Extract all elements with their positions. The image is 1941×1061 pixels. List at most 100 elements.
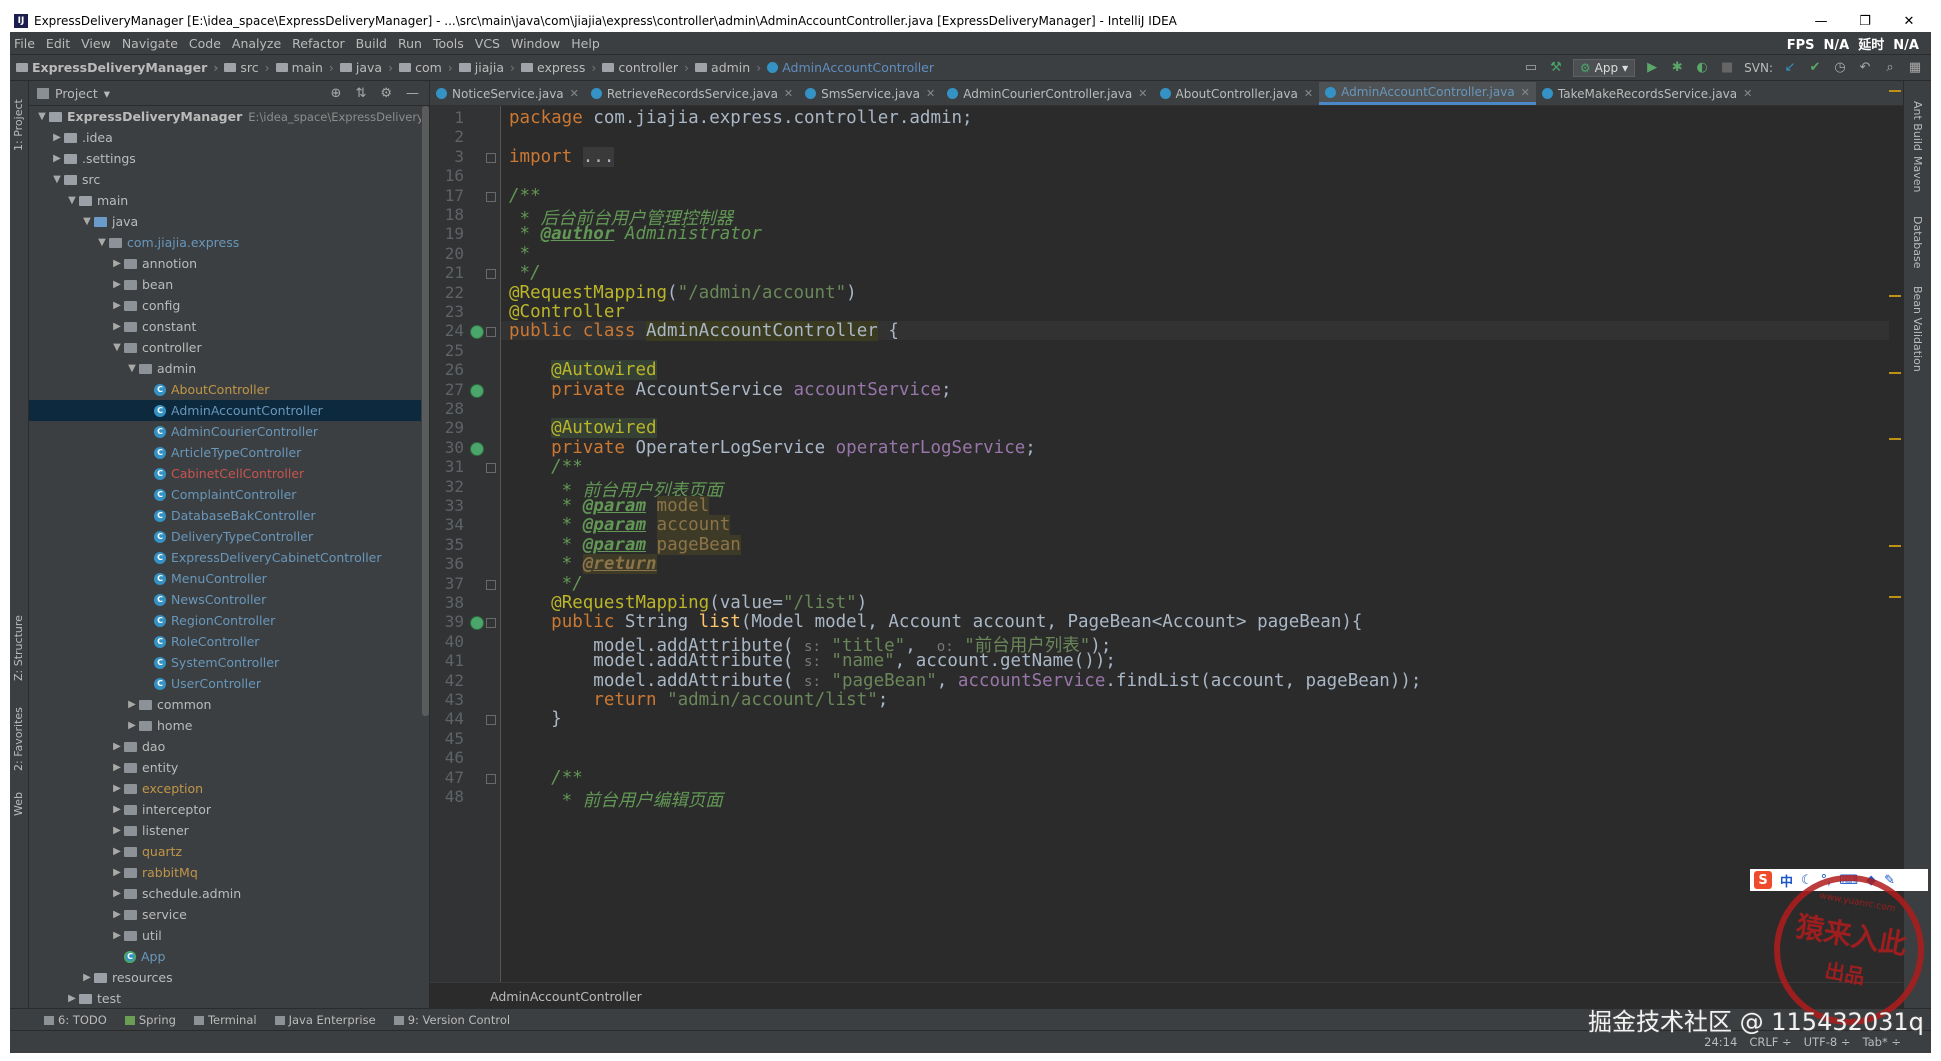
collapsed-arrow-icon[interactable]: ▶ xyxy=(110,867,124,878)
spring-bean-gutter-icon[interactable] xyxy=(470,325,484,340)
indent-setting[interactable]: Tab* ÷ xyxy=(1862,1035,1901,1049)
menu-code[interactable]: Code xyxy=(189,36,221,51)
project-view-select[interactable]: Project xyxy=(55,86,98,101)
coverage-icon[interactable]: ◐ xyxy=(1694,60,1710,76)
close-tab-icon[interactable]: ✕ xyxy=(784,87,793,100)
bean-validation-tool-tab[interactable]: Bean Validation xyxy=(1911,286,1924,372)
close-tab-icon[interactable]: ✕ xyxy=(1138,87,1147,100)
maximize-button[interactable]: ❐ xyxy=(1843,14,1887,29)
close-tab-icon[interactable]: ✕ xyxy=(570,87,579,100)
tree-node[interactable]: ▶ util xyxy=(29,925,421,946)
editor-breadcrumb-label[interactable]: AdminAccountController xyxy=(490,989,642,1004)
tree-node[interactable]: ▼ controller xyxy=(29,337,421,358)
menu-help[interactable]: Help xyxy=(571,36,600,51)
error-stripe-mark[interactable] xyxy=(1889,90,1901,92)
project-tool-tab[interactable]: 1: Project xyxy=(12,99,25,151)
frame-icon[interactable]: ▭ xyxy=(1523,60,1539,76)
menu-run[interactable]: Run xyxy=(398,36,422,51)
fold-marker-icon[interactable] xyxy=(486,715,496,726)
structure-tool-tab[interactable]: Z: Structure xyxy=(12,615,25,681)
editor-tab[interactable]: AdminCourierController.java ✕ xyxy=(941,82,1153,105)
ant-build-tool-tab[interactable]: Ant Build xyxy=(1911,101,1924,151)
breadcrumb-src[interactable]: src › xyxy=(224,60,273,75)
favorites-tool-tab[interactable]: 2: Favorites xyxy=(12,707,25,771)
revert-icon[interactable]: ↶ xyxy=(1857,60,1873,76)
fold-marker-icon[interactable] xyxy=(486,579,496,590)
tree-node[interactable]: C AdminAccountController xyxy=(29,400,421,421)
error-stripe-mark[interactable] xyxy=(1889,596,1901,598)
collapse-icon[interactable]: ⇅ xyxy=(355,86,366,101)
breadcrumb-project[interactable]: ExpressDeliveryManager › xyxy=(16,60,222,75)
collapsed-arrow-icon[interactable]: ▶ xyxy=(50,153,64,164)
collapsed-arrow-icon[interactable]: ▶ xyxy=(110,783,124,794)
menu-refactor[interactable]: Refactor xyxy=(292,36,344,51)
collapsed-arrow-icon[interactable]: ▶ xyxy=(110,909,124,920)
tree-node[interactable]: C App xyxy=(29,946,421,967)
tree-node[interactable]: ▼ main xyxy=(29,190,421,211)
close-tab-icon[interactable]: ✕ xyxy=(1521,86,1530,99)
run-config-select[interactable]: ⚙ App ▾ xyxy=(1572,58,1636,77)
editor-tab[interactable]: NoticeService.java ✕ xyxy=(430,82,585,105)
tree-node[interactable]: ▶ dao xyxy=(29,736,421,757)
tree-node[interactable]: ▶ home xyxy=(29,715,421,736)
ime-mode-label[interactable]: 中 xyxy=(1780,871,1793,890)
tree-node[interactable]: C MenuController xyxy=(29,568,421,589)
file-encoding[interactable]: UTF-8 ÷ xyxy=(1804,1035,1851,1049)
spring-bean-gutter-icon[interactable] xyxy=(470,383,484,398)
breadcrumb-current-class[interactable]: AdminAccountController xyxy=(767,60,934,75)
menu-edit[interactable]: Edit xyxy=(46,36,70,51)
breadcrumb-express[interactable]: express › xyxy=(521,60,600,75)
tree-node[interactable]: ▶ constant xyxy=(29,316,421,337)
tree-node[interactable]: C DatabaseBakController xyxy=(29,505,421,526)
collapsed-arrow-icon[interactable]: ▶ xyxy=(80,972,94,983)
search-icon[interactable]: ⌕ xyxy=(1882,60,1898,76)
tree-node[interactable]: C ExpressDeliveryCabinetController xyxy=(29,547,421,568)
error-stripe-mark[interactable] xyxy=(1889,295,1901,297)
menu-window[interactable]: Window xyxy=(511,36,560,51)
expanded-arrow-icon[interactable]: ▼ xyxy=(125,363,139,374)
run-icon[interactable]: ▶ xyxy=(1644,60,1660,76)
breadcrumb-main[interactable]: main › xyxy=(275,60,338,75)
editor-tab[interactable]: TakeMakeRecordsService.java ✕ xyxy=(1536,82,1758,105)
svn-update-icon[interactable]: ↙ xyxy=(1782,60,1798,76)
breadcrumb-java[interactable]: java › xyxy=(339,60,397,75)
collapsed-arrow-icon[interactable]: ▶ xyxy=(110,741,124,752)
expanded-arrow-icon[interactable]: ▼ xyxy=(95,237,109,248)
collapsed-arrow-icon[interactable]: ▶ xyxy=(65,993,79,1004)
tree-node[interactable]: ▶ common xyxy=(29,694,421,715)
debug-icon[interactable]: ✱ xyxy=(1669,60,1685,76)
collapsed-arrow-icon[interactable]: ▶ xyxy=(110,846,124,857)
fold-marker-icon[interactable] xyxy=(486,327,496,338)
menu-view[interactable]: View xyxy=(81,36,111,51)
database-tool-tab[interactable]: Database xyxy=(1911,216,1924,269)
tree-node[interactable]: ▶ rabbitMq xyxy=(29,862,421,883)
collapsed-arrow-icon[interactable]: ▶ xyxy=(110,804,124,815)
editor-tab[interactable]: SmsService.java ✕ xyxy=(799,82,941,105)
svn-commit-icon[interactable]: ✔ xyxy=(1807,60,1823,76)
tree-node[interactable]: ▶ schedule.admin xyxy=(29,883,421,904)
collapsed-arrow-icon[interactable]: ▶ xyxy=(110,258,124,269)
collapsed-arrow-icon[interactable]: ▶ xyxy=(50,132,64,143)
expanded-arrow-icon[interactable]: ▼ xyxy=(65,195,79,206)
fold-marker-icon[interactable] xyxy=(486,618,496,629)
tree-node[interactable]: ▶ entity xyxy=(29,757,421,778)
fold-marker-icon[interactable] xyxy=(486,463,496,474)
tree-node[interactable]: ▶ .settings xyxy=(29,148,421,169)
close-tab-icon[interactable]: ✕ xyxy=(1743,87,1752,100)
tree-node[interactable]: ▶ exception xyxy=(29,778,421,799)
fold-marker-icon[interactable] xyxy=(486,773,496,784)
locate-icon[interactable]: ⊕ xyxy=(331,86,342,101)
collapsed-arrow-icon[interactable]: ▶ xyxy=(110,762,124,773)
close-button[interactable]: ✕ xyxy=(1887,14,1931,29)
editor-tab[interactable]: RetrieveRecordsService.java ✕ xyxy=(585,82,799,105)
web-tool-tab[interactable]: Web xyxy=(12,792,25,816)
collapsed-arrow-icon[interactable]: ▶ xyxy=(125,720,139,731)
breadcrumb-com[interactable]: com › xyxy=(399,60,457,75)
menu-navigate[interactable]: Navigate xyxy=(122,36,178,51)
tree-node[interactable]: ▶ annotion xyxy=(29,253,421,274)
fold-marker-icon[interactable] xyxy=(486,191,496,202)
tree-node[interactable]: C AdminCourierController xyxy=(29,421,421,442)
collapsed-arrow-icon[interactable]: ▶ xyxy=(125,699,139,710)
settings-icon[interactable]: ▦ xyxy=(1907,60,1923,76)
collapsed-arrow-icon[interactable]: ▶ xyxy=(110,321,124,332)
